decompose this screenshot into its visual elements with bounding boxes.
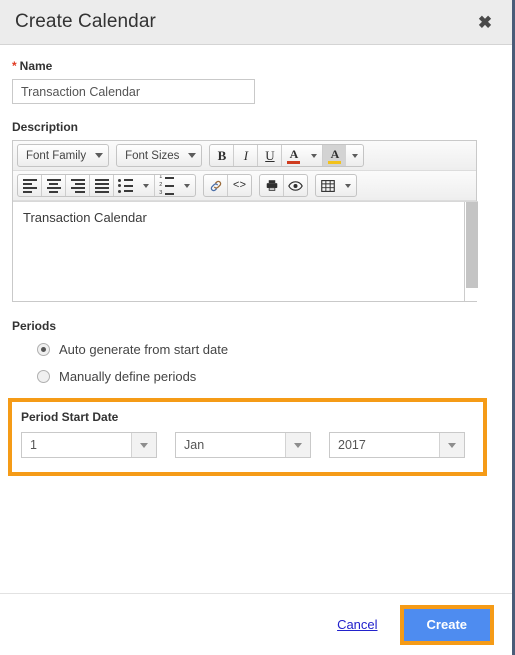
background-color-icon[interactable]: A <box>323 145 347 166</box>
italic-icon[interactable]: I <box>234 145 257 166</box>
dialog-header: Create Calendar ✖ <box>0 0 512 45</box>
text-format-group: B I U A A <box>209 144 365 167</box>
create-button-highlight: Create <box>399 604 494 645</box>
description-editor-text: Transaction Calendar <box>23 210 147 225</box>
underline-label: U <box>265 147 275 163</box>
font-family-select-value[interactable]: Font Family <box>18 145 108 166</box>
description-label: Description <box>12 120 79 134</box>
chevron-down-icon <box>188 153 197 158</box>
create-calendar-dialog: Create Calendar ✖ *Name Description Font… <box>0 0 515 655</box>
radio-auto-generate-label: Auto generate from start date <box>59 342 229 357</box>
editor-scrollbar-thumb[interactable] <box>466 202 478 288</box>
font-family-label: Font Family <box>26 149 87 162</box>
day-dropdown[interactable]: 1 <box>21 432 157 458</box>
radio-auto-generate-indicator[interactable] <box>37 343 50 356</box>
bold-label: B <box>217 147 227 163</box>
font-family-select[interactable]: Font Family <box>17 144 110 167</box>
background-color-swatch <box>328 160 342 164</box>
source-code-icon[interactable]: <> <box>228 175 251 196</box>
radio-manual-periods-indicator[interactable] <box>37 370 50 383</box>
font-sizes-label: Font Sizes <box>125 149 180 162</box>
chevron-down-icon[interactable] <box>439 433 464 457</box>
description-field-group: Description Font Family Font Sizes B I U… <box>12 120 496 302</box>
background-color-label: A <box>330 146 340 161</box>
text-color-glyph: A <box>287 146 301 164</box>
dialog-footer: Cancel Create <box>0 593 512 655</box>
align-center-icon[interactable] <box>42 175 65 196</box>
alignment-group: 1 2 3 <box>17 174 196 197</box>
rich-text-editor: Font Family Font Sizes B I U A A 1 2 3 <… <box>12 140 478 302</box>
month-dropdown[interactable]: Jan <box>175 432 311 458</box>
insert-group: <> <box>203 174 252 197</box>
align-justify-icon[interactable] <box>90 175 113 196</box>
radio-manual-periods-label: Manually define periods <box>59 369 197 384</box>
table-icon[interactable] <box>316 175 339 196</box>
dialog-body: *Name Description Font Family <box>0 45 512 593</box>
name-label-text: Name <box>19 59 53 73</box>
align-left-icon[interactable] <box>18 175 41 196</box>
align-right-icon[interactable] <box>66 175 89 196</box>
link-icon[interactable] <box>204 175 227 196</box>
day-dropdown-value: 1 <box>30 438 37 452</box>
periods-label: Periods <box>12 319 57 333</box>
editor-scrollbar[interactable] <box>464 202 478 301</box>
required-asterisk: * <box>12 59 17 73</box>
editor-toolbar-row-1: Font Family Font Sizes B I U A A <box>13 141 476 171</box>
output-group <box>259 174 308 197</box>
year-dropdown-value: 2017 <box>338 438 366 452</box>
radio-auto-generate[interactable]: Auto generate from start date <box>37 342 496 357</box>
background-color-glyph: A <box>328 146 342 164</box>
table-group <box>315 174 357 197</box>
font-sizes-select[interactable]: Font Sizes <box>116 144 203 167</box>
period-start-date-label: Period Start Date <box>21 410 119 424</box>
bullet-list-icon[interactable] <box>114 175 137 196</box>
preview-eye-icon[interactable] <box>284 175 307 196</box>
chevron-down-icon[interactable] <box>131 433 156 457</box>
year-dropdown[interactable]: 2017 <box>329 432 465 458</box>
background-color-dropdown-icon[interactable] <box>346 145 363 166</box>
print-icon[interactable] <box>260 175 283 196</box>
bold-icon[interactable]: B <box>210 145 233 166</box>
text-color-icon[interactable]: A <box>282 145 305 166</box>
period-start-date-controls: 1 Jan 2017 <box>21 432 474 458</box>
underline-icon[interactable]: U <box>258 145 281 166</box>
close-icon[interactable]: ✖ <box>474 11 496 33</box>
name-input[interactable] <box>12 79 255 104</box>
numbered-list-icon[interactable]: 1 2 3 <box>155 175 178 196</box>
bullet-list-dropdown-icon[interactable] <box>137 175 154 196</box>
period-start-date-section: Period Start Date 1 Jan 2017 <box>8 398 487 476</box>
chevron-down-icon[interactable] <box>285 433 310 457</box>
text-color-swatch <box>287 160 301 164</box>
page-title: Create Calendar <box>15 11 156 32</box>
table-dropdown-icon[interactable] <box>339 175 356 196</box>
text-color-dropdown-icon[interactable] <box>305 145 322 166</box>
cancel-button[interactable]: Cancel <box>337 617 377 632</box>
name-label: * Name <box>12 59 496 73</box>
chevron-down-icon <box>95 153 104 158</box>
name-field-group: * Name <box>12 59 496 104</box>
text-color-label: A <box>289 146 299 161</box>
create-button[interactable]: Create <box>403 608 490 641</box>
font-sizes-select-value[interactable]: Font Sizes <box>117 145 201 166</box>
editor-toolbar-row-2: 1 2 3 <> <box>13 171 476 201</box>
numbered-list-dropdown-icon[interactable] <box>178 175 195 196</box>
month-dropdown-value: Jan <box>184 438 205 452</box>
description-editor-area[interactable]: Transaction Calendar <box>13 201 478 301</box>
radio-manual-periods[interactable]: Manually define periods <box>37 369 496 384</box>
italic-label: I <box>243 147 249 163</box>
